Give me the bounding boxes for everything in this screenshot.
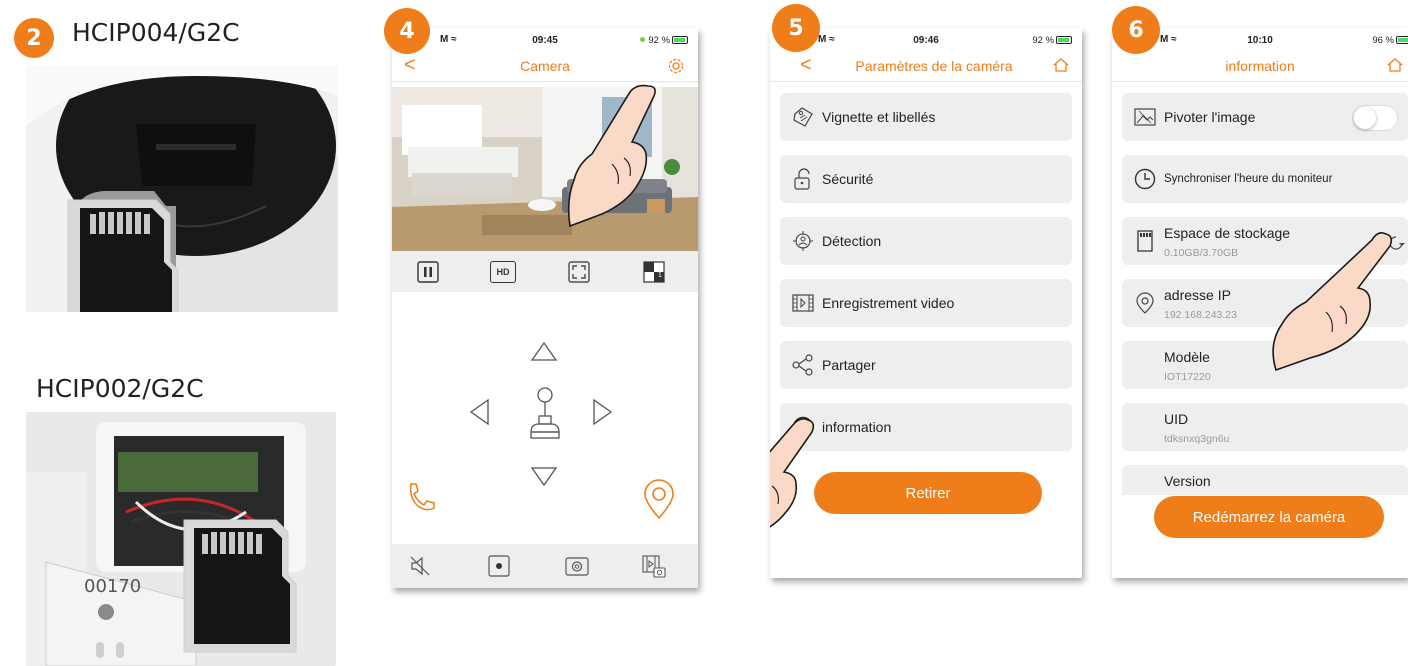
remove-camera-button[interactable]: Retirer — [814, 472, 1042, 514]
phone-settings-screen: M ≈ 09:46 92 % < Paramètres de la caméra… — [770, 28, 1082, 578]
step-badge: 4 — [384, 8, 430, 54]
photo-serial-text: 00170 — [84, 576, 141, 597]
ip-value: 192.168.243.23 — [1164, 309, 1237, 321]
ptz-left-arrow[interactable] — [468, 398, 490, 431]
battery-indicator: 92 % — [1032, 35, 1072, 46]
uid-value: tdksnxq3gn6u — [1164, 433, 1230, 445]
rotate-image-toggle[interactable] — [1352, 105, 1398, 131]
settings-item-recording[interactable]: Enregistrement video — [780, 279, 1072, 327]
settings-item-label: information — [822, 419, 892, 435]
model-title-a: HCIP004/G2C — [72, 18, 240, 47]
ptz-right-arrow[interactable] — [592, 398, 614, 431]
lock-icon — [794, 168, 810, 190]
snapshot-icon[interactable] — [565, 555, 589, 582]
sd-card-icon — [1137, 230, 1153, 252]
joystick-icon[interactable] — [528, 386, 562, 447]
battery-icon — [1396, 36, 1408, 44]
battery-level: 92 % — [1032, 35, 1054, 46]
split-screen-icon[interactable]: 1 — [643, 261, 665, 283]
info-item-label: Version — [1164, 473, 1211, 489]
pause-icon[interactable] — [417, 261, 439, 283]
info-item-label: Synchroniser l'heure du moniteur — [1164, 173, 1333, 185]
settings-item-security[interactable]: Sécurité — [780, 155, 1072, 203]
page-title: Paramètres de la caméra — [855, 58, 1013, 74]
settings-item-label: Détection — [822, 233, 882, 249]
step-badge: 2 — [14, 18, 54, 58]
model-value: IOT17220 — [1164, 371, 1211, 383]
nav-bar: < Paramètres de la caméra — [770, 50, 1082, 82]
model-title-b: HCIP002/G2C — [36, 374, 204, 403]
nav-bar: < Camera — [392, 50, 698, 82]
camera-sd-slot-photo-b: 00170 — [26, 412, 336, 666]
storage-value: 0.10GB/3.70GB — [1164, 247, 1239, 259]
page-title: information — [1225, 58, 1295, 74]
tag-icon — [793, 107, 813, 127]
info-item-uid: UID tdksnxq3gn6u — [1122, 403, 1408, 451]
detection-icon — [793, 231, 813, 251]
info-item-model: Modèle IOT17220 — [1122, 341, 1408, 389]
battery-level: 96 % — [1372, 35, 1394, 46]
ptz-down-arrow[interactable] — [530, 466, 558, 493]
settings-gear-icon[interactable] — [666, 56, 686, 81]
info-item-label: UID — [1164, 411, 1189, 427]
split-count: 1 — [658, 272, 662, 279]
info-item-label: adresse IP — [1164, 287, 1231, 303]
info-item-ip: adresse IP 192.168.243.23 — [1122, 279, 1408, 327]
step-badge: 6 — [1112, 6, 1160, 54]
film-icon — [792, 294, 814, 312]
info-item-storage[interactable]: Espace de stockage 0.10GB/3.70GB — [1122, 217, 1408, 265]
phone-call-icon[interactable] — [404, 480, 438, 519]
info-item-rotate[interactable]: Pivoter l'image — [1122, 93, 1408, 141]
settings-item-label: Enregistrement video — [822, 295, 955, 311]
home-icon[interactable] — [1052, 56, 1070, 79]
info-item-sync-time[interactable]: Synchroniser l'heure du moniteur — [1122, 155, 1408, 203]
share-icon — [792, 354, 813, 376]
restart-camera-button[interactable]: Redémarrez la caméra — [1154, 496, 1384, 538]
hd-button[interactable]: HD — [490, 261, 516, 283]
hd-label: HD — [490, 261, 516, 283]
video-controls: HD 1 — [392, 251, 698, 292]
live-video-feed[interactable] — [392, 87, 698, 251]
info-item-label: Pivoter l'image — [1164, 109, 1256, 125]
nav-bar: information — [1112, 50, 1408, 82]
mute-icon[interactable] — [409, 555, 431, 582]
camera-sd-slot-photo-a — [26, 66, 338, 312]
page-title: Camera — [520, 58, 570, 74]
battery-indicator: 92 % — [640, 35, 688, 46]
battery-icon — [1056, 36, 1072, 44]
info-item-version: Version — [1122, 465, 1408, 495]
rotate-image-icon — [1134, 108, 1156, 126]
bottom-toolbar — [392, 544, 698, 588]
battery-level: 92 % — [648, 35, 670, 46]
location-pin-icon — [1136, 292, 1154, 314]
status-bar: M ≈ 09:45 92 % — [392, 28, 698, 50]
ptz-up-arrow[interactable] — [530, 340, 558, 367]
refresh-icon[interactable] — [1386, 233, 1406, 253]
settings-item-share[interactable]: Partager — [780, 341, 1072, 389]
clock-icon — [1134, 168, 1156, 190]
settings-item-information[interactable]: information — [780, 403, 1072, 451]
fullscreen-icon[interactable] — [568, 261, 590, 283]
phone-camera-screen: M ≈ 09:45 92 % < Camera HD 1 — [392, 28, 698, 588]
location-pin-icon[interactable] — [642, 478, 676, 525]
info-item-label: Modèle — [1164, 349, 1210, 365]
phone-information-screen: M ≈ 10:10 96 % information Pivoter l'ima… — [1112, 28, 1408, 578]
settings-item-tags[interactable]: Vignette et libellés — [780, 93, 1072, 141]
settings-item-label: Partager — [822, 357, 876, 373]
home-icon[interactable] — [1386, 56, 1404, 79]
step-badge: 5 — [772, 4, 820, 52]
battery-icon — [672, 36, 688, 44]
settings-item-label: Vignette et libellés — [822, 109, 936, 125]
record-icon[interactable] — [488, 555, 510, 582]
video-gallery-icon[interactable] — [642, 555, 666, 584]
info-icon — [792, 416, 814, 438]
info-item-label: Espace de stockage — [1164, 225, 1291, 241]
settings-item-label: Sécurité — [822, 171, 874, 187]
battery-indicator: 96 % — [1372, 35, 1408, 46]
settings-item-detection[interactable]: Détection — [780, 217, 1072, 265]
